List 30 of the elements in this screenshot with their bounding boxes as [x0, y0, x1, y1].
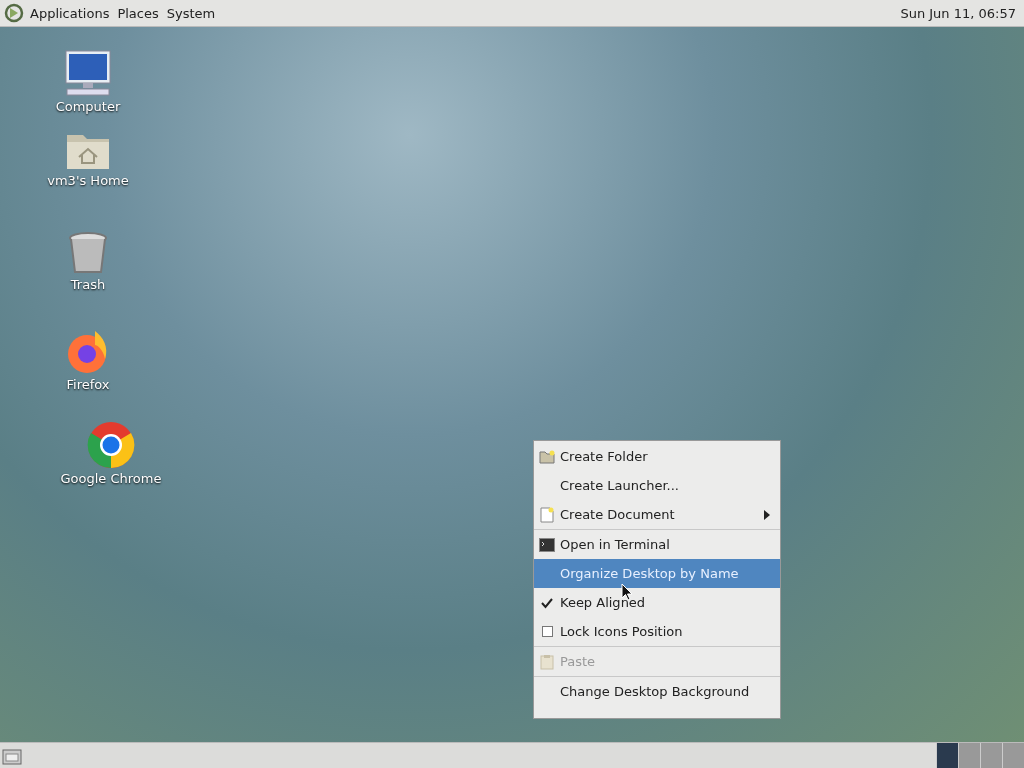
show-desktop-icon[interactable] [2, 746, 22, 765]
panel-menu[interactable]: System [166, 5, 216, 21]
menu-item[interactable]: Open in Terminal [534, 530, 780, 559]
clock[interactable]: Sun Jun 11, 06:57 [900, 5, 1016, 21]
workspace-switch[interactable] [980, 743, 1002, 768]
menu-item[interactable]: Create Launcher... [534, 471, 780, 500]
workspace-switch[interactable] [936, 743, 958, 768]
menu-item[interactable]: Create Folder [534, 442, 780, 471]
menu-item[interactable]: Keep Aligned [534, 588, 780, 617]
menu-item[interactable]: Create Document [534, 500, 780, 529]
desktop-icon-label[interactable]: vm3's Home [47, 173, 129, 188]
computer-icon[interactable] [63, 49, 113, 97]
panel-menu[interactable]: Applications [30, 5, 110, 21]
folder-icon [539, 449, 555, 464]
workspace-switch[interactable] [1002, 743, 1024, 768]
terminal-icon [539, 537, 555, 552]
trash-icon[interactable] [68, 231, 108, 275]
chrome-icon[interactable] [87, 421, 135, 469]
workspace-switch[interactable] [958, 743, 980, 768]
menu-item[interactable]: Lock Icons Position [534, 617, 780, 646]
menu-logo-icon[interactable] [4, 3, 24, 23]
panel-menu[interactable]: Places [117, 5, 159, 21]
document-icon [540, 506, 554, 523]
desktop-icon-label[interactable]: Trash [70, 277, 106, 292]
desktop-icon-label[interactable]: Computer [55, 99, 121, 114]
desktop-icon-label[interactable]: Firefox [66, 377, 110, 392]
clipboard-icon [540, 653, 554, 670]
menu-item[interactable]: Change Desktop Background [534, 677, 780, 706]
checkbox[interactable] [541, 626, 553, 637]
desktop-icon-label[interactable]: Google Chrome [60, 471, 162, 486]
